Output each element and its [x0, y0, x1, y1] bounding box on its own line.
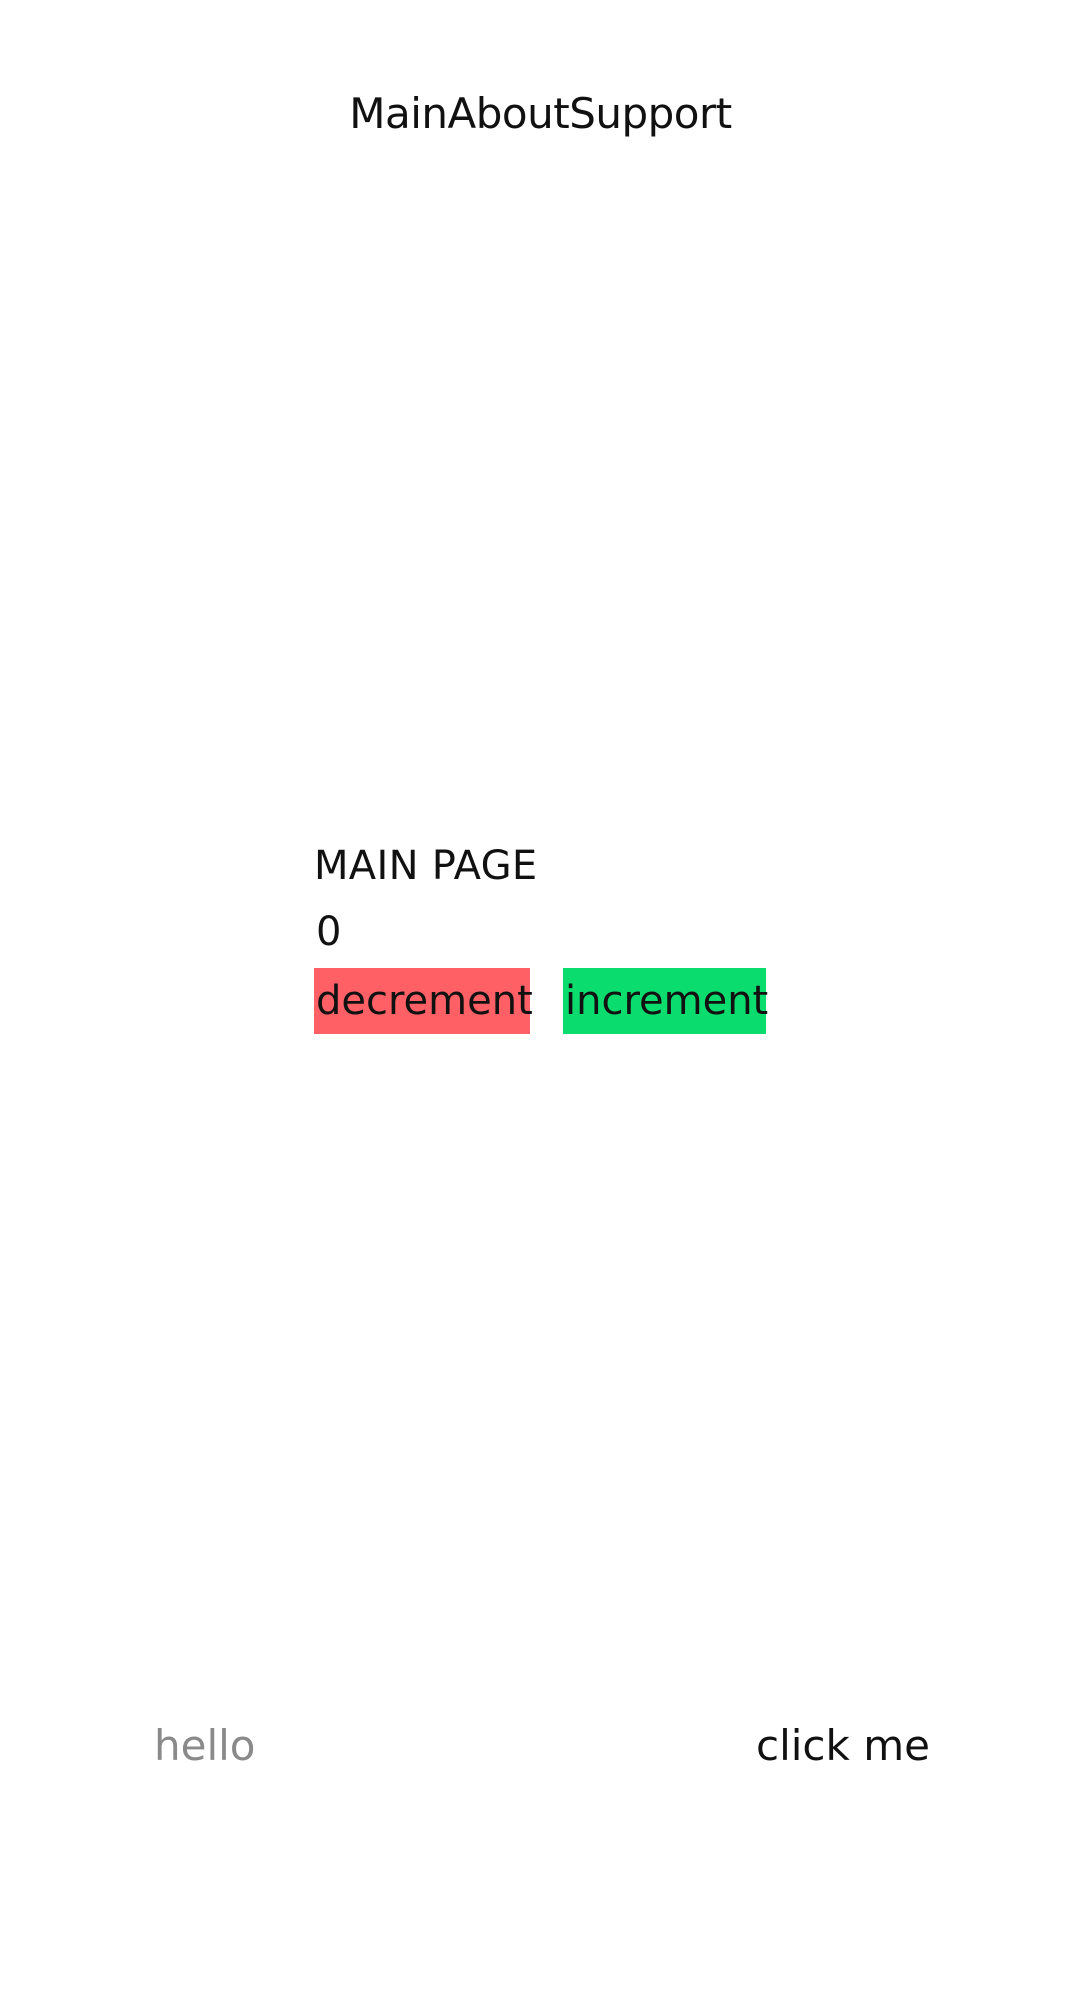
counter-value: 0: [316, 909, 342, 955]
nav-link-about[interactable]: About: [448, 86, 570, 142]
increment-button[interactable]: increment: [563, 968, 768, 1034]
footer-text: hello: [154, 1721, 256, 1770]
nav-link-support[interactable]: Support: [569, 86, 732, 142]
decrement-button[interactable]: decrement: [314, 968, 533, 1034]
nav-link-main[interactable]: Main: [349, 86, 448, 142]
page-title: MAIN PAGE: [314, 843, 538, 889]
main-content: MAIN PAGE 0 decrement increment: [314, 838, 914, 1034]
click-me-button[interactable]: click me: [756, 1718, 930, 1774]
top-nav: Main About Support: [0, 86, 1081, 142]
counter-controls: decrement increment: [314, 968, 914, 1034]
